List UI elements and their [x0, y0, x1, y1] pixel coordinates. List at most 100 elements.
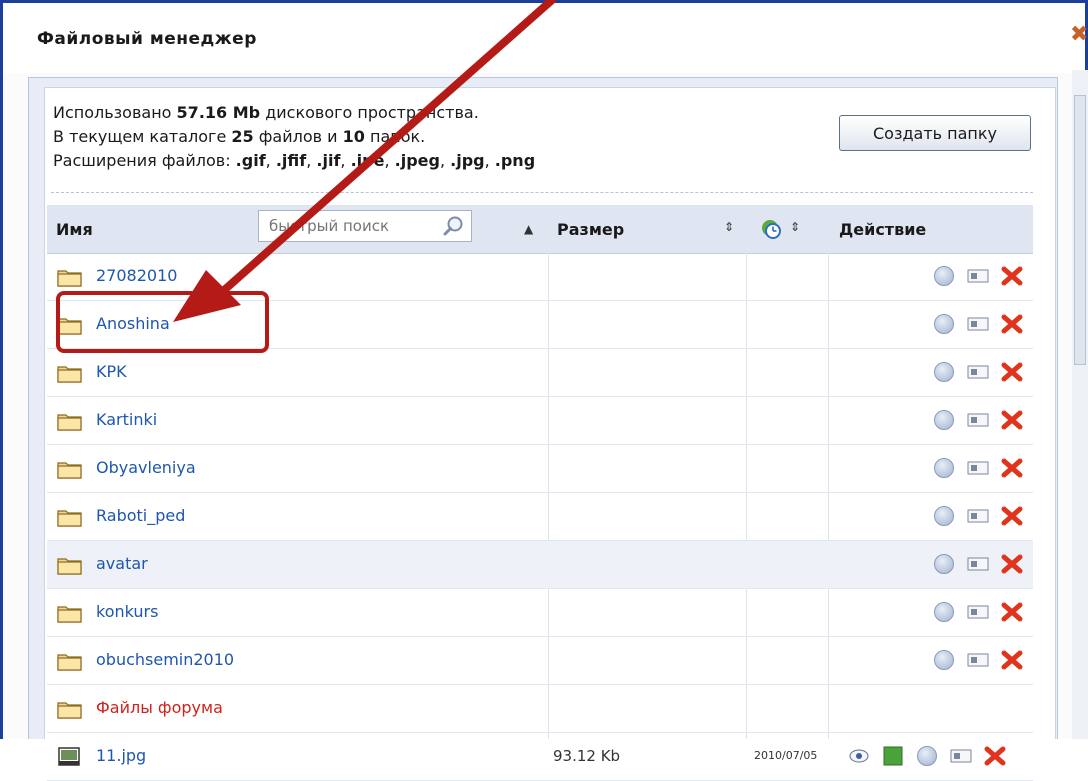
folder-icon	[57, 702, 82, 719]
counts-text-mid: файлов и	[253, 127, 343, 146]
delete-icon[interactable]	[1000, 456, 1024, 480]
file-date: 2010/07/05	[754, 749, 818, 762]
file-name-link[interactable]: Kartinki	[96, 410, 157, 429]
extension: .jif	[316, 151, 341, 170]
file-name-link[interactable]: Obyavleniya	[96, 458, 196, 477]
folder-icon	[57, 606, 82, 623]
title-bar: Файловый менеджер	[3, 3, 1085, 73]
delete-icon[interactable]	[1000, 552, 1024, 576]
rename-icon[interactable]	[966, 456, 990, 480]
delete-icon[interactable]	[983, 744, 1007, 768]
table-row[interactable]: avatar	[47, 541, 1033, 589]
usage-value: 57.16 Mb	[176, 103, 261, 122]
sort-icon[interactable]: ⇕	[724, 220, 734, 234]
image-file-icon	[58, 747, 80, 766]
table-row[interactable]: KPK	[47, 349, 1033, 397]
info-icon[interactable]	[932, 360, 956, 384]
info-icon[interactable]	[915, 744, 939, 768]
table-row[interactable]: Файлы форума	[47, 685, 1033, 733]
info-icon[interactable]	[932, 456, 956, 480]
file-name-link[interactable]: Файлы форума	[96, 698, 223, 717]
table-row[interactable]: obuchsemin2010	[47, 637, 1033, 685]
clock-icon[interactable]	[758, 216, 784, 242]
counts-line: В текущем каталоге 25 файлов и 10 папок.	[53, 125, 535, 149]
folder-icon	[57, 558, 82, 575]
quick-search-input[interactable]	[258, 210, 472, 242]
rename-icon[interactable]	[949, 744, 973, 768]
info-icon[interactable]	[932, 264, 956, 288]
file-name-link[interactable]: Raboti_ped	[96, 506, 185, 525]
file-name-link[interactable]: 27082010	[96, 266, 177, 285]
scrollbar-thumb[interactable]	[1074, 95, 1086, 365]
rename-icon[interactable]	[966, 408, 990, 432]
window-title: Файловый менеджер	[37, 29, 257, 49]
file-name-link[interactable]: konkurs	[96, 602, 158, 621]
search-icon[interactable]	[442, 214, 466, 238]
folder-icon	[57, 414, 82, 431]
column-size-header[interactable]: Размер	[557, 205, 624, 253]
delete-icon[interactable]	[1000, 264, 1024, 288]
rename-icon[interactable]	[966, 552, 990, 576]
extensions-label: Расширения файлов:	[53, 151, 236, 170]
file-name-link[interactable]: avatar	[96, 554, 148, 573]
delete-icon[interactable]	[1000, 360, 1024, 384]
extensions-line: Расширения файлов: .gif, .jfif, .jif, .j…	[53, 151, 536, 170]
info-icon[interactable]	[932, 552, 956, 576]
view-icon[interactable]	[847, 744, 871, 768]
sort-icon[interactable]: ⇕	[790, 220, 800, 234]
file-name-link[interactable]: KPK	[96, 362, 127, 381]
folder-icon	[57, 510, 82, 527]
folder-icon	[57, 366, 82, 383]
info-icon[interactable]	[932, 504, 956, 528]
file-name-link[interactable]: 11.jpg	[96, 746, 146, 765]
column-action-header: Действие	[839, 219, 927, 239]
usage-text-end: дискового пространства.	[260, 103, 479, 122]
close-icon[interactable]: ✖	[1070, 24, 1088, 46]
sort-asc-icon[interactable]: ▲	[524, 222, 533, 236]
folder-icon	[57, 270, 82, 287]
rename-icon[interactable]	[966, 360, 990, 384]
extension: .gif	[235, 151, 266, 170]
table-row[interactable]: 11.jpg 93.12 Kb 2010/07/05	[47, 733, 1033, 781]
info-icon[interactable]	[932, 648, 956, 672]
table-header: Имя Размер Действие	[47, 205, 1033, 254]
rename-icon[interactable]	[966, 648, 990, 672]
table-row[interactable]: Raboti_ped	[47, 493, 1033, 541]
delete-icon[interactable]	[1000, 312, 1024, 336]
file-size: 93.12 Kb	[553, 747, 621, 765]
delete-icon[interactable]	[1000, 408, 1024, 432]
usage-text: Использовано	[53, 103, 177, 122]
counts-text: В текущем каталоге	[53, 127, 232, 146]
folder-icon	[57, 462, 82, 479]
file-name-link[interactable]: obuchsemin2010	[96, 650, 234, 669]
table-row[interactable]: konkurs	[47, 589, 1033, 637]
extension: .jpg	[450, 151, 485, 170]
extension: .jfif	[275, 151, 307, 170]
table-row[interactable]: Obyavleniya	[47, 445, 1033, 493]
thumbnail-icon[interactable]	[881, 744, 905, 768]
rename-icon[interactable]	[966, 504, 990, 528]
rename-icon[interactable]	[966, 312, 990, 336]
extension: .png	[494, 151, 536, 170]
extension: .jpe	[350, 151, 385, 170]
folder-icon	[57, 654, 82, 671]
extension: .jpeg	[394, 151, 440, 170]
info-icon[interactable]	[932, 408, 956, 432]
delete-icon[interactable]	[1000, 600, 1024, 624]
usage-line: Использовано 57.16 Mb дискового простран…	[53, 101, 535, 125]
file-count: 25	[231, 127, 254, 146]
delete-icon[interactable]	[1000, 648, 1024, 672]
rename-icon[interactable]	[966, 264, 990, 288]
info-icon[interactable]	[932, 312, 956, 336]
column-name-header[interactable]: Имя	[56, 205, 93, 253]
rename-icon[interactable]	[966, 600, 990, 624]
delete-icon[interactable]	[1000, 504, 1024, 528]
folder-count: 10	[342, 127, 365, 146]
create-folder-button[interactable]: Создать папку	[839, 115, 1031, 151]
divider	[51, 192, 1033, 193]
info-icon[interactable]	[932, 600, 956, 624]
table-row[interactable]: Kartinki	[47, 397, 1033, 445]
storage-info: Использовано 57.16 Mb дискового простран…	[53, 101, 535, 173]
counts-text-end: папок.	[364, 127, 426, 146]
annotation-highlight-box	[56, 291, 269, 353]
